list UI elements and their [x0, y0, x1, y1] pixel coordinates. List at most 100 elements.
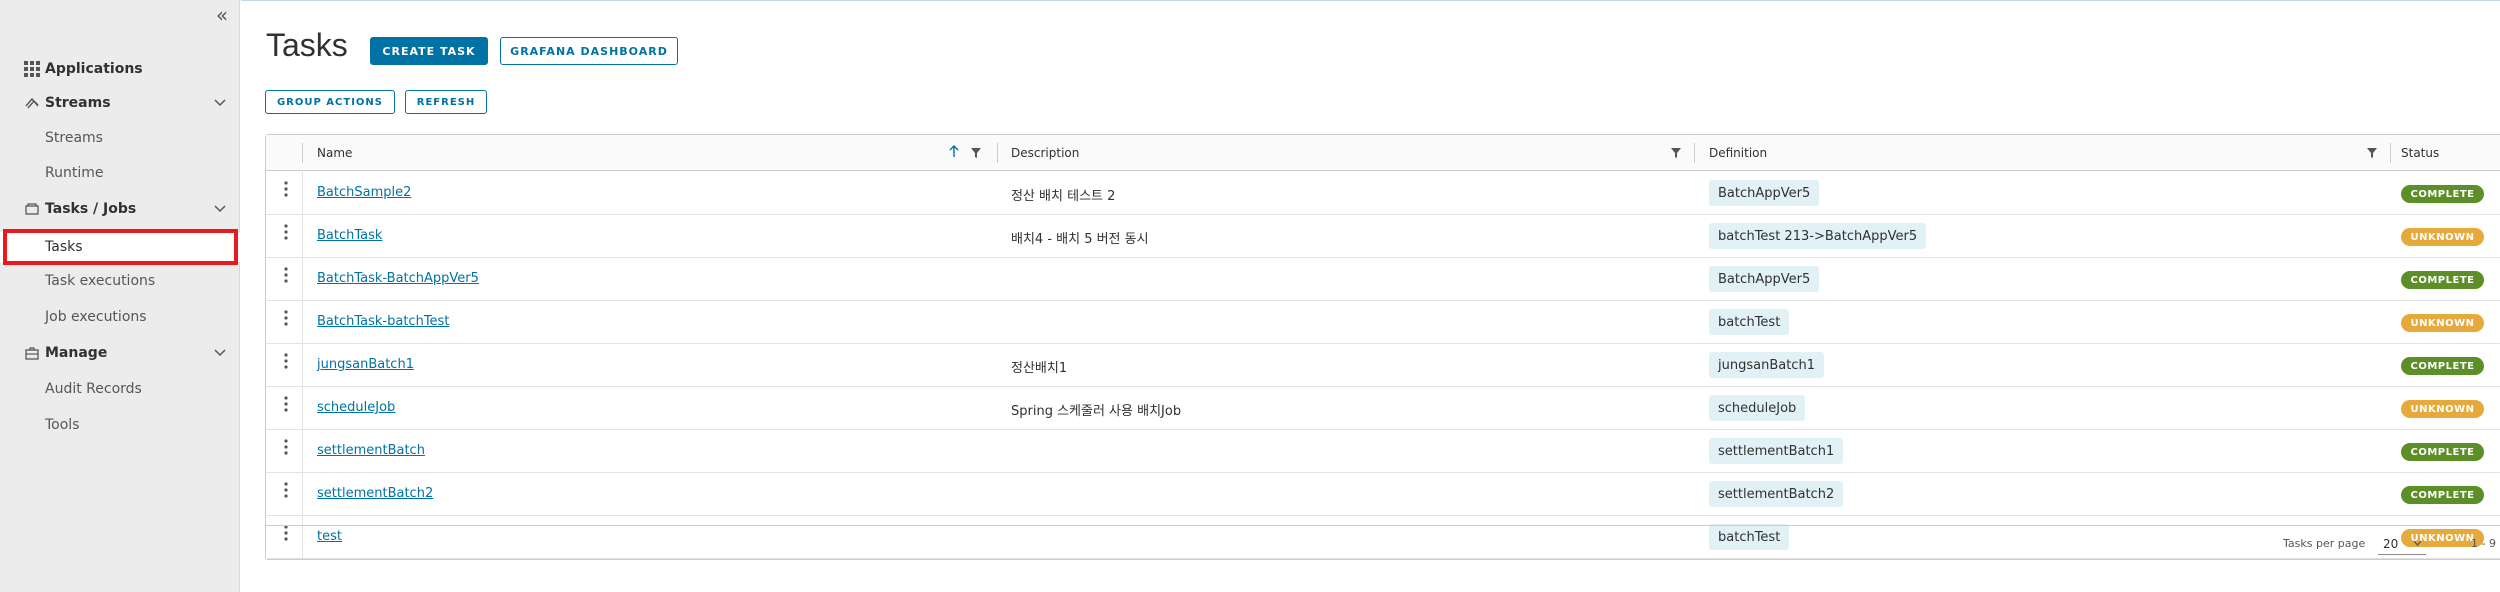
row-actions-icon[interactable] — [281, 310, 291, 334]
task-name-link[interactable]: BatchTask-batchTest — [317, 314, 449, 329]
task-definition-badge: BatchAppVer5 — [1709, 266, 1820, 292]
task-definition-badge: settlementBatch1 — [1709, 438, 1844, 464]
table-row: BatchTask-BatchAppVer5 BatchAppVer5 COMPLE… — [266, 258, 2500, 301]
sidebar-item-streams[interactable]: Streams — [0, 123, 240, 153]
sidebar-item-tasks[interactable]: Tasks — [0, 232, 240, 262]
nav-group-streams[interactable]: Streams — [0, 88, 240, 118]
per-page-value: 20 — [2383, 536, 2399, 551]
column-header-definition[interactable]: Definition — [1709, 135, 1767, 171]
nav-group-label: Streams — [45, 95, 111, 111]
column-separator — [302, 473, 303, 516]
task-name-link[interactable]: jungsanBatch1 — [317, 357, 414, 372]
row-actions-icon[interactable] — [281, 224, 291, 248]
sidebar-item-task-executions[interactable]: Task executions — [0, 266, 240, 296]
task-description: 정산 배치 테스트 2 — [1011, 189, 1116, 204]
task-description: 배치4 - 배치 5 버전 동시 — [1011, 232, 1149, 247]
table-row: settlementBatch settlementBatch1 COMPLETE — [266, 430, 2500, 473]
row-actions-icon[interactable] — [281, 396, 291, 420]
create-task-button[interactable]: CREATE TASK — [370, 37, 488, 65]
column-header-name[interactable]: Name — [317, 135, 352, 171]
sidebar-item-audit-records[interactable]: Audit Records — [0, 374, 240, 404]
task-name-link[interactable]: settlementBatch2 — [317, 486, 433, 501]
status-badge: COMPLETE — [2401, 271, 2484, 289]
task-name-link[interactable]: BatchTask-BatchAppVer5 — [317, 271, 479, 286]
nav-group-tasks-jobs[interactable]: Tasks / Jobs — [0, 194, 240, 224]
task-name-link[interactable]: scheduleJob — [317, 400, 395, 415]
column-separator — [2390, 143, 2391, 163]
chevron-down-icon[interactable] — [214, 203, 226, 216]
sidebar-item-runtime[interactable]: Runtime — [0, 158, 240, 188]
status-badge: COMPLETE — [2401, 185, 2484, 203]
task-name-link[interactable]: BatchSample2 — [317, 185, 411, 200]
column-header-status[interactable]: Status — [2401, 135, 2439, 171]
row-actions-icon[interactable] — [281, 439, 291, 463]
status-badge: UNKNOWN — [2401, 228, 2484, 246]
sidebar: « Applications Streams Streams Runtime T… — [0, 0, 240, 592]
filter-icon[interactable] — [1671, 148, 1681, 158]
chevron-down-icon — [2413, 539, 2422, 549]
sidebar-item-tools[interactable]: Tools — [0, 410, 240, 440]
task-name-link[interactable]: settlementBatch — [317, 443, 425, 458]
collapse-sidebar-icon[interactable]: « — [214, 5, 230, 26]
sidebar-item-label: Task executions — [45, 273, 156, 289]
chevron-down-icon[interactable] — [214, 97, 226, 110]
per-page-select[interactable]: 20 — [2378, 533, 2426, 555]
task-definition-badge: batchTest 213->BatchAppVer5 — [1709, 223, 1927, 249]
column-separator — [302, 143, 303, 163]
table-row: BatchTask 배치4 - 배치 5 버전 동시 batchTest 213->… — [266, 215, 2500, 258]
table-header: Name Description Definition Status — [266, 135, 2500, 171]
status-badge: UNKNOWN — [2401, 314, 2484, 332]
column-separator — [302, 301, 303, 344]
table-row: BatchSample2 정산 배치 테스트 2 BatchAppVer5 COMPL… — [266, 172, 2500, 215]
table-row: scheduleJob Spring 스케줄러 사용 배치Job scheduleJ… — [266, 387, 2500, 430]
column-separator — [302, 172, 303, 215]
column-separator — [302, 387, 303, 430]
task-definition-badge: jungsanBatch1 — [1709, 352, 1824, 378]
task-description: 정산배치1 — [1011, 361, 1068, 376]
sidebar-item-label: Streams — [45, 130, 103, 146]
page-title: Tasks — [266, 27, 348, 63]
sidebar-item-label: Job executions — [45, 309, 147, 325]
row-actions-icon[interactable] — [281, 181, 291, 205]
grid-icon — [24, 61, 40, 77]
column-separator — [302, 215, 303, 258]
row-actions-icon[interactable] — [281, 353, 291, 377]
nav-group-applications[interactable]: Applications — [0, 54, 240, 84]
column-separator — [302, 430, 303, 473]
briefcase-icon — [24, 345, 40, 361]
sort-ascending-icon[interactable] — [949, 144, 959, 162]
sidebar-item-label: Tasks — [45, 239, 83, 255]
status-badge: COMPLETE — [2401, 443, 2484, 461]
row-actions-icon[interactable] — [281, 267, 291, 291]
status-badge: COMPLETE — [2401, 486, 2484, 504]
streams-icon — [24, 95, 40, 111]
task-name-link[interactable]: BatchTask — [317, 228, 382, 243]
column-separator — [1694, 143, 1695, 163]
nav-group-manage[interactable]: Manage — [0, 338, 240, 368]
nav-group-label: Tasks / Jobs — [45, 201, 137, 217]
task-description: Spring 스케줄러 사용 배치Job — [1011, 404, 1182, 419]
status-badge: COMPLETE — [2401, 357, 2484, 375]
sidebar-item-job-executions[interactable]: Job executions — [0, 302, 240, 332]
refresh-button[interactable]: REFRESH — [405, 90, 487, 114]
tasks-icon — [24, 201, 40, 217]
per-page-label: Tasks per page — [2283, 537, 2366, 550]
tasks-datagrid: Name Description Definition Status Batch… — [265, 134, 2500, 560]
column-header-description[interactable]: Description — [1011, 135, 1079, 171]
filter-icon[interactable] — [971, 148, 981, 158]
group-actions-button[interactable]: GROUP ACTIONS — [265, 90, 395, 114]
nav-group-label: Manage — [45, 345, 108, 361]
row-actions-icon[interactable] — [281, 482, 291, 506]
chevron-down-icon[interactable] — [214, 347, 226, 360]
filter-icon[interactable] — [2367, 148, 2377, 158]
sidebar-item-label: Runtime — [45, 165, 104, 181]
task-definition-badge: BatchAppVer5 — [1709, 180, 1820, 206]
table-row: BatchTask-batchTest batchTest UNKNOWN — [266, 301, 2500, 344]
table-row: jungsanBatch1 정산배치1 jungsanBatch1 COMPLETE — [266, 344, 2500, 387]
table-row: settlementBatch2 settlementBatch2 COMPLETE — [266, 473, 2500, 516]
column-separator — [997, 143, 998, 163]
sidebar-item-label: Audit Records — [45, 381, 142, 397]
grafana-dashboard-button[interactable]: GRAFANA DASHBOARD — [500, 37, 678, 65]
task-definition-badge: scheduleJob — [1709, 395, 1806, 421]
column-separator — [302, 258, 303, 301]
